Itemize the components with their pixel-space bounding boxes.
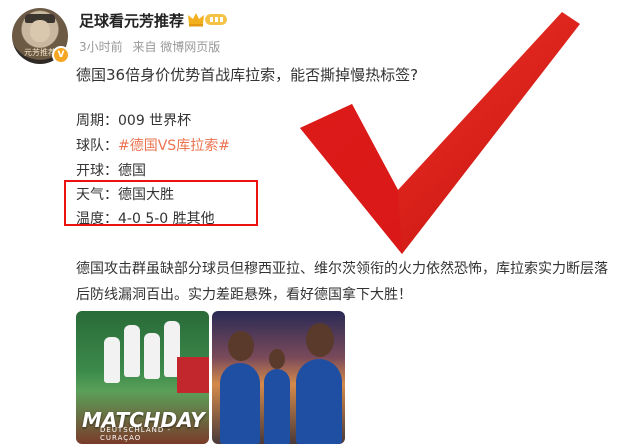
player-head [306,323,334,357]
player-figure [104,337,120,383]
detail-value: 德国 [118,163,146,179]
player-head [269,349,285,369]
post-source: 来自 微博网页版 [132,40,221,54]
detail-label: 开球： [76,163,118,179]
player-figure [144,333,160,379]
username-link[interactable]: 足球看元芳推荐 [79,10,184,31]
player-figure [264,369,290,444]
post-image-matchday[interactable]: MATCHDAY DEUTSCHLAND - CURAÇAO [76,311,209,444]
checkmark-icon [300,12,580,254]
player-figure [220,363,260,444]
highlight-box [64,180,258,226]
detail-row-kickoff: 开球：德国 [76,160,146,180]
detail-value: 009 世界杯 [118,113,192,129]
post-image-players[interactable] [212,311,345,444]
detail-row-period: 周期：009 世界杯 [76,110,191,130]
player-figure [296,359,342,444]
detail-row-teams: 球队：#德国VS库拉索# [76,135,230,155]
verified-badge-icon: V [52,46,70,64]
post-body: 德国攻击群虽缺部分球员但穆西亚拉、维尔茨领衔的火力依然恐怖，库拉索实力断层落后防… [76,261,608,303]
player-head [228,331,254,361]
detail-label: 周期： [76,113,118,129]
matchday-subtitle: DEUTSCHLAND - CURAÇAO [100,426,172,442]
crown-icon [188,13,204,27]
player-figure [124,325,140,377]
avatar-face [30,20,50,42]
post-time[interactable]: 3小时前 [79,40,123,54]
detail-label: 球队： [76,138,118,154]
topic-tag-link[interactable]: #德国VS库拉索# [118,138,230,154]
level-badge-icon [205,14,227,25]
post-meta: 3小时前 来自 微博网页版 [79,38,226,55]
ad-banner [177,357,209,393]
